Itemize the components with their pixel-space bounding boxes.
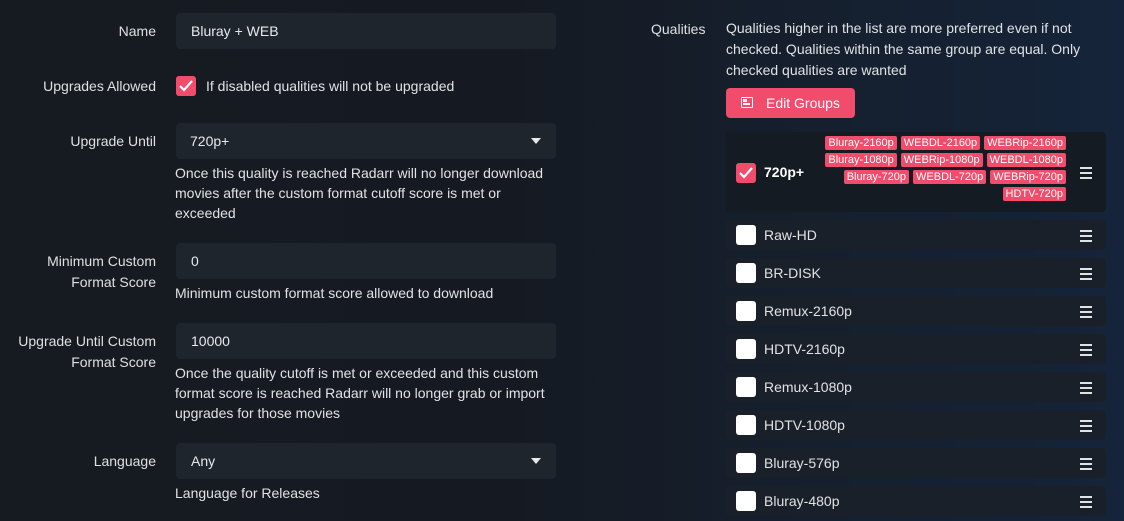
quality-checkbox[interactable] — [736, 377, 756, 397]
edit-groups-button[interactable]: Edit Groups — [726, 88, 855, 118]
quality-checkbox[interactable] — [736, 301, 756, 321]
upgrade-until-value: 720p+ — [190, 133, 230, 149]
chevron-down-icon — [531, 458, 541, 464]
upgrades-allowed-label: Upgrades Allowed — [43, 78, 156, 94]
drag-handle-icon[interactable] — [1080, 230, 1092, 245]
quality-row[interactable]: Remux-2160p — [726, 296, 1106, 326]
upgrade-until-label: Upgrade Until — [70, 133, 156, 149]
language-label: Language — [93, 453, 156, 469]
min-cf-score-input[interactable]: 0 — [176, 243, 556, 279]
edit-groups-icon — [741, 97, 753, 108]
quality-name: Remux-2160p — [764, 303, 852, 319]
upgrades-allowed-checkbox[interactable] — [176, 76, 196, 96]
checkmark-icon — [739, 167, 753, 179]
quality-tag: WEBDL-2160p — [900, 136, 981, 150]
quality-tag: WEBRip-720p — [990, 170, 1066, 184]
drag-handle-icon[interactable] — [1080, 458, 1092, 473]
upgrade-until-cf-score-label: Upgrade Until Custom Format Score — [18, 331, 156, 373]
quality-group-720p[interactable]: 720p+ Bluray-2160p WEBDL-2160p WEBRip-21… — [726, 132, 1106, 212]
quality-checkbox[interactable] — [736, 263, 756, 283]
upgrade-until-select[interactable]: 720p+ — [176, 123, 556, 159]
chevron-down-icon — [531, 138, 541, 144]
quality-group-name: 720p+ — [764, 164, 805, 180]
quality-tag: Bluray-2160p — [825, 136, 897, 150]
quality-name: Remux-1080p — [764, 379, 852, 395]
min-cf-score-help: Minimum custom format score allowed to d… — [175, 285, 494, 301]
min-cf-score-label-line1: Minimum Custom — [47, 253, 156, 269]
quality-name: HDTV-2160p — [764, 341, 845, 357]
quality-tag: WEBDL-720p — [913, 170, 987, 184]
quality-row[interactable]: BR-DISK — [726, 258, 1106, 288]
quality-tag: WEBRip-1080p — [900, 153, 983, 167]
upgrade-until-cf-score-help: Once the quality cutoff is met or exceed… — [175, 365, 545, 421]
quality-tag: HDTV-720p — [1002, 187, 1066, 201]
min-cf-score-label: Minimum Custom Format Score — [47, 251, 156, 293]
edit-groups-label: Edit Groups — [766, 95, 840, 111]
upgrade-until-cf-score-label-line2: Format Score — [71, 354, 156, 370]
min-cf-score-label-line2: Format Score — [71, 274, 156, 290]
quality-checkbox[interactable] — [736, 491, 756, 511]
drag-handle-icon[interactable] — [1080, 268, 1092, 283]
quality-name: Raw-HD — [764, 227, 817, 243]
quality-row[interactable]: Bluray-576p — [726, 448, 1106, 478]
upgrades-allowed-help: If disabled qualities will not be upgrad… — [206, 78, 455, 94]
name-label: Name — [118, 23, 156, 39]
drag-handle-icon[interactable] — [1080, 167, 1092, 182]
quality-row[interactable]: HDTV-2160p — [726, 334, 1106, 364]
qualities-label: Qualities — [651, 21, 706, 37]
language-value: Any — [191, 453, 216, 469]
drag-handle-icon[interactable] — [1080, 382, 1092, 397]
quality-tag: Bluray-1080p — [825, 153, 897, 167]
checkmark-icon — [179, 80, 193, 92]
quality-name: BR-DISK — [764, 265, 821, 281]
quality-name: Bluray-576p — [764, 455, 840, 471]
qualities-info: Qualities higher in the list are more pr… — [726, 20, 1081, 78]
language-help: Language for Releases — [175, 485, 320, 501]
upgrade-until-cf-score-input[interactable]: 10000 — [176, 323, 556, 359]
upgrade-until-cf-score-label-line1: Upgrade Until Custom — [18, 333, 156, 349]
quality-name: Bluray-480p — [764, 493, 840, 509]
quality-row[interactable]: HDTV-1080p — [726, 410, 1106, 440]
quality-name: HDTV-1080p — [764, 417, 845, 433]
quality-row[interactable]: Raw-HD — [726, 220, 1106, 250]
quality-tag: WEBDL-1080p — [986, 153, 1066, 167]
quality-checkbox[interactable] — [736, 415, 756, 435]
drag-handle-icon[interactable] — [1080, 496, 1092, 511]
quality-row[interactable]: Bluray-480p — [726, 486, 1106, 516]
upgrade-until-help: Once this quality is reached Radarr will… — [175, 165, 544, 221]
quality-checkbox[interactable] — [736, 453, 756, 473]
drag-handle-icon[interactable] — [1080, 306, 1092, 321]
quality-group-checkbox[interactable] — [736, 163, 756, 183]
drag-handle-icon[interactable] — [1080, 344, 1092, 359]
quality-checkbox[interactable] — [736, 225, 756, 245]
name-input[interactable]: Bluray + WEB — [176, 13, 556, 49]
quality-checkbox[interactable] — [736, 339, 756, 359]
quality-tag: Bluray-720p — [843, 170, 910, 184]
language-select[interactable]: Any — [176, 443, 556, 479]
quality-row[interactable]: Remux-1080p — [726, 372, 1106, 402]
drag-handle-icon[interactable] — [1080, 420, 1092, 435]
quality-group-tags: Bluray-2160p WEBDL-2160p WEBRip-2160p Bl… — [823, 136, 1066, 201]
quality-tag: WEBRip-2160p — [984, 136, 1066, 150]
